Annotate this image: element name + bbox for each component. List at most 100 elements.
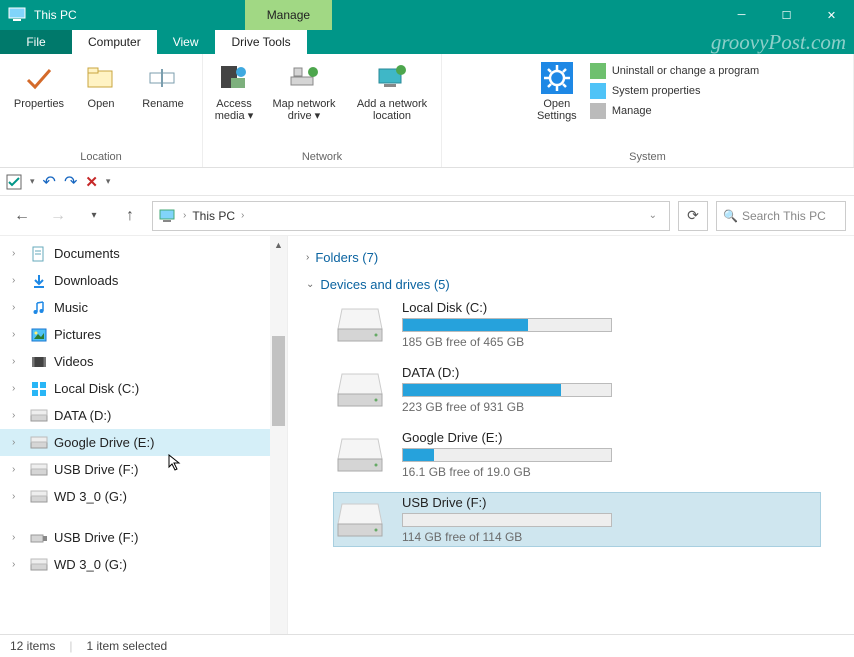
manage-icon [590,103,606,119]
tree-item[interactable]: ›USB Drive (F:) [0,524,287,551]
chevron-right-icon[interactable]: › [12,559,24,570]
status-bar: 12 items | 1 item selected [0,634,854,657]
tree-item-label: Google Drive (E:) [54,435,154,450]
chevron-right-icon[interactable]: › [183,210,186,221]
status-selected-count: 1 item selected [86,639,167,653]
tree-item[interactable]: ›Music [0,294,287,321]
forward-button[interactable]: → [44,202,72,230]
window-title: This PC [34,8,77,22]
ribbon-group-network-label: Network [302,149,342,165]
properties-label: Properties [14,98,64,110]
chevron-right-icon[interactable]: › [241,210,244,221]
maximize-button[interactable]: ☐ [764,0,809,30]
open-settings-button[interactable]: Open Settings [532,58,582,122]
drive-item[interactable]: DATA (D:) 223 GB free of 931 GB [334,363,820,416]
tree-item[interactable]: › Pictures [0,321,287,348]
tree-item[interactable]: ›WD 3_0 (G:) [0,483,287,510]
tree-item[interactable]: ›Videos [0,348,287,375]
undo-icon[interactable]: ↶ [43,172,56,192]
add-network-location-button[interactable]: Add a network location [349,58,435,149]
up-button[interactable]: ↑ [116,202,144,230]
tree-item[interactable]: › Downloads [0,267,287,294]
refresh-button[interactable]: ⟳ [678,201,708,231]
tab-file[interactable]: File [0,30,72,54]
address-dropdown[interactable]: ⌄ [643,210,663,221]
redo-icon[interactable]: ↷ [64,172,77,192]
chevron-right-icon[interactable]: › [12,464,24,475]
ribbon-group-location: Properties Open Rename Location [0,54,203,167]
delete-icon[interactable]: ✕ [85,173,98,191]
drive-icon [30,435,48,451]
media-icon [218,62,250,94]
chevron-right-icon[interactable]: › [12,532,24,543]
chevron-right-icon[interactable]: › [12,248,24,259]
navigation-tree[interactable]: ›Documents›Downloads›Music›Pictures›Vide… [0,236,288,634]
tree-item[interactable]: ›USB Drive (F:) [0,456,287,483]
doc-icon [30,246,48,262]
back-button[interactable]: ← [8,202,36,230]
system-properties-button[interactable]: System properties [586,82,763,100]
chevron-right-icon[interactable]: › [12,491,24,502]
search-input[interactable]: 🔍 Search This PC [716,201,846,231]
drive-capacity-text: 185 GB free of 465 GB [402,335,612,349]
scroll-thumb[interactable] [272,336,285,426]
drive-icon [336,305,384,345]
tree-item-label: Downloads [54,273,118,288]
manage-button[interactable]: Manage [586,102,763,120]
drive-name: USB Drive (F:) [402,495,612,510]
chevron-right-icon[interactable]: › [12,383,24,394]
context-tab-manage[interactable]: Manage [245,0,332,30]
tree-item[interactable]: ›Documents [0,240,287,267]
chevron-right-icon[interactable]: › [12,437,24,448]
breadcrumb-this-pc[interactable]: This PC [192,209,235,223]
drive-item[interactable]: Google Drive (E:) 16.1 GB free of 19.0 G… [334,428,820,481]
tree-item-label: Pictures [54,327,101,342]
access-media-label: Access media ▾ [209,98,259,122]
tab-computer[interactable]: Computer [72,30,157,54]
drive-capacity-bar [402,448,612,462]
map-network-drive-button[interactable]: Map network drive ▾ [263,58,345,149]
address-bar[interactable]: › This PC › ⌄ [152,201,670,231]
navigation-bar: ← → ▾ ↑ › This PC › ⌄ ⟳ 🔍 Search This PC [0,196,854,236]
tab-drive-tools[interactable]: Drive Tools [215,30,306,54]
tree-item[interactable]: ›DATA (D:) [0,402,287,429]
drive-name: Google Drive (E:) [402,430,612,445]
open-button[interactable]: Open [76,58,126,149]
chevron-right-icon[interactable]: › [12,302,24,313]
map-network-label: Map network drive ▾ [263,98,345,122]
ribbon-group-system: Open Settings Uninstall or change a prog… [442,54,854,167]
rename-icon [147,62,179,94]
tree-item[interactable]: ›Local Disk (C:) [0,375,287,402]
drive-item[interactable]: USB Drive (F:) 114 GB free of 114 GB [334,493,820,546]
qat-dropdown[interactable]: ▾ [30,176,35,187]
tree-scrollbar[interactable]: ▲ ▼ [270,236,287,634]
uninstall-program-button[interactable]: Uninstall or change a program [586,62,763,80]
open-settings-label: Open Settings [532,98,582,122]
chevron-right-icon[interactable]: › [12,275,24,286]
folders-section-header[interactable]: › Folders (7) [306,244,844,271]
checkbox-icon[interactable] [6,174,22,190]
drives-section-header[interactable]: ⌄ Devices and drives (5) [306,271,844,298]
qat-dropdown-2[interactable]: ▾ [106,176,111,187]
chevron-right-icon[interactable]: › [12,410,24,421]
history-dropdown[interactable]: ▾ [80,202,108,230]
drive-icon [30,557,48,573]
rename-button[interactable]: Rename [130,58,196,149]
minimize-button[interactable]: ─ [719,0,764,30]
scroll-up-button[interactable]: ▲ [270,236,287,253]
scroll-down-button[interactable]: ▼ [270,617,287,634]
tree-item[interactable]: › WD 3_0 (G:) [0,551,287,578]
drive-icon [336,500,384,540]
search-icon: 🔍 [723,209,738,223]
properties-button[interactable]: Properties [6,58,72,149]
access-media-button[interactable]: Access media ▾ [209,58,259,149]
network-drive-icon [288,62,320,94]
chevron-right-icon[interactable]: › [12,329,24,340]
tab-view[interactable]: View [157,30,215,54]
chevron-right-icon[interactable]: › [12,356,24,367]
drive-item[interactable]: Local Disk (C:) 185 GB free of 465 GB [334,298,820,351]
content-pane[interactable]: › Folders (7) ⌄ Devices and drives (5) L… [288,236,854,634]
close-button[interactable]: ✕ [809,0,854,30]
tree-item[interactable]: › Google Drive (E:) [0,429,287,456]
tree-item-label: WD 3_0 (G:) [54,557,127,572]
